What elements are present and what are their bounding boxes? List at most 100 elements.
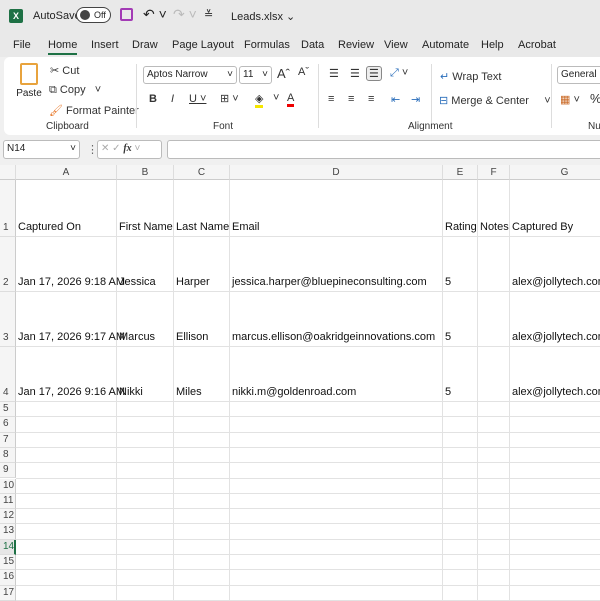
center-icon[interactable]: ≡ (348, 93, 354, 105)
tab-view[interactable]: View (384, 39, 408, 51)
align-right-icon[interactable]: ≡ (368, 93, 374, 105)
data-cell[interactable]: Jan 17, 2026 9:16 AM (18, 386, 125, 398)
header-cell[interactable]: Notes (480, 221, 509, 233)
tab-formulas[interactable]: Formulas (244, 39, 290, 51)
decrease-font-icon[interactable]: Aˇ (298, 66, 309, 78)
row-header[interactable]: 7 (0, 432, 16, 448)
increase-font-icon[interactable]: Aˆ (277, 66, 290, 81)
tab-insert[interactable]: Insert (91, 39, 119, 51)
enter-icon[interactable]: ✓ (112, 143, 120, 154)
customize-qat-icon[interactable]: ≚ (204, 8, 213, 21)
header-cell[interactable]: Last Name (176, 221, 229, 233)
undo-icon[interactable]: ↶ ˅ (143, 6, 167, 23)
data-cell[interactable]: 5 (445, 386, 451, 398)
select-all-corner[interactable] (0, 165, 16, 180)
data-cell[interactable]: marcus.ellison@oakridgeinnovations.com (232, 331, 435, 343)
redo-icon[interactable]: ↷ ˅ (173, 6, 197, 23)
font-size-select[interactable]: 11 ˅ (239, 66, 272, 84)
increase-indent-icon[interactable]: ⇥ (411, 93, 420, 106)
data-cell[interactable]: jessica.harper@bluepineconsulting.com (232, 276, 427, 288)
bold-button[interactable]: B (149, 93, 157, 105)
row-header[interactable]: 6 (0, 417, 16, 433)
data-cell[interactable]: Jan 17, 2026 9:17 AM (18, 331, 125, 343)
data-cell[interactable]: alex@jollytech.com (512, 331, 600, 343)
tab-file[interactable]: File (13, 39, 31, 51)
data-cell[interactable]: Nikki (119, 386, 143, 398)
italic-button[interactable]: I (171, 93, 174, 105)
accounting-format-icon[interactable]: ▦ ˅ (560, 93, 580, 106)
tab-review[interactable]: Review (338, 39, 374, 51)
row-header[interactable]: 17 (0, 585, 16, 601)
column-header[interactable]: A (16, 165, 117, 180)
row-header[interactable]: 2 (0, 237, 16, 292)
tab-home[interactable]: Home (48, 39, 78, 55)
tab-automate[interactable]: Automate (422, 39, 469, 51)
filename[interactable]: Leads.xlsx ⌄ (231, 10, 295, 23)
column-header[interactable]: C (174, 165, 230, 180)
paste-button[interactable]: Paste (16, 63, 42, 111)
autosave-toggle[interactable]: Off (76, 7, 111, 23)
copy-button[interactable]: ⧉ Copy ˅ (49, 84, 101, 97)
formula-input[interactable] (167, 140, 600, 159)
align-left-icon[interactable]: ≡ (328, 93, 334, 105)
borders-icon[interactable]: ⊞ ˅ (220, 92, 239, 105)
column-header[interactable]: B (117, 165, 174, 180)
row-header[interactable]: 15 (0, 555, 16, 571)
data-cell[interactable]: Jessica (119, 276, 156, 288)
column-header[interactable]: G (510, 165, 600, 180)
tab-data[interactable]: Data (301, 39, 324, 51)
row-header[interactable]: 13 (0, 524, 16, 540)
data-cell[interactable]: alex@jollytech.com (512, 276, 600, 288)
header-cell[interactable]: Captured By (512, 221, 573, 233)
data-cell[interactable]: Ellison (176, 331, 208, 343)
tab-page-layout[interactable]: Page Layout (172, 39, 234, 51)
row-header[interactable]: 5 (0, 402, 16, 418)
cut-button[interactable]: ✂ Cut (50, 64, 79, 77)
middle-align-icon[interactable]: ☰ (350, 67, 360, 80)
row-header[interactable]: 10 (0, 478, 16, 494)
underline-button[interactable]: U ˅ (189, 93, 206, 105)
number-format-select[interactable]: General (557, 66, 600, 84)
decrease-indent-icon[interactable]: ⇤ (391, 93, 400, 106)
cancel-icon[interactable]: ✕ (101, 143, 109, 154)
font-color-icon[interactable]: A (287, 92, 295, 107)
tab-draw[interactable]: Draw (132, 39, 158, 51)
row-header[interactable]: 3 (0, 292, 16, 347)
worksheet-grid[interactable] (0, 165, 600, 600)
data-cell[interactable]: Miles (176, 386, 202, 398)
top-align-icon[interactable]: ☰ (329, 67, 339, 80)
data-cell[interactable]: 5 (445, 276, 451, 288)
tab-acrobat[interactable]: Acrobat (518, 39, 556, 51)
format-painter-button[interactable]: 🖌 Format Painter (49, 104, 139, 117)
insert-function-icon[interactable]: fx (123, 143, 131, 154)
row-header[interactable]: 8 (0, 447, 16, 464)
row-header[interactable]: 12 (0, 509, 16, 525)
header-cell[interactable]: First Name (119, 221, 173, 233)
percent-icon[interactable]: % (590, 91, 600, 106)
bottom-align-icon[interactable]: ☰ (366, 66, 382, 81)
header-cell[interactable]: Rating (445, 221, 477, 233)
column-header[interactable]: D (230, 165, 443, 180)
column-header[interactable]: F (478, 165, 510, 180)
row-header[interactable]: 14 (0, 539, 16, 555)
fill-color-icon[interactable]: ◈ (255, 92, 264, 108)
name-box[interactable]: N14 ˅ (3, 140, 80, 159)
row-header[interactable]: 1 (0, 180, 16, 237)
column-header[interactable]: E (443, 165, 478, 180)
font-name-select[interactable]: Aptos Narrow ˅ (143, 66, 237, 84)
row-header[interactable]: 9 (0, 463, 16, 479)
data-cell[interactable]: 5 (445, 331, 451, 343)
row-header[interactable]: 11 (0, 493, 16, 510)
header-cell[interactable]: Captured On (18, 221, 81, 233)
save-icon[interactable] (120, 8, 133, 21)
header-cell[interactable]: Email (232, 221, 260, 233)
fill-color-dropdown[interactable]: ˅ (273, 92, 279, 104)
data-cell[interactable]: nikki.m@goldenroad.com (232, 386, 356, 398)
data-cell[interactable]: Jan 17, 2026 9:18 AM (18, 276, 125, 288)
row-header[interactable]: 4 (0, 347, 16, 402)
data-cell[interactable]: Marcus (119, 331, 155, 343)
tab-help[interactable]: Help (481, 39, 504, 51)
wrap-text-button[interactable]: ↵ Wrap Text (440, 70, 501, 83)
data-cell[interactable]: alex@jollytech.com (512, 386, 600, 398)
merge-center-button[interactable]: ⊟ Merge & Center ˅ (439, 94, 551, 107)
